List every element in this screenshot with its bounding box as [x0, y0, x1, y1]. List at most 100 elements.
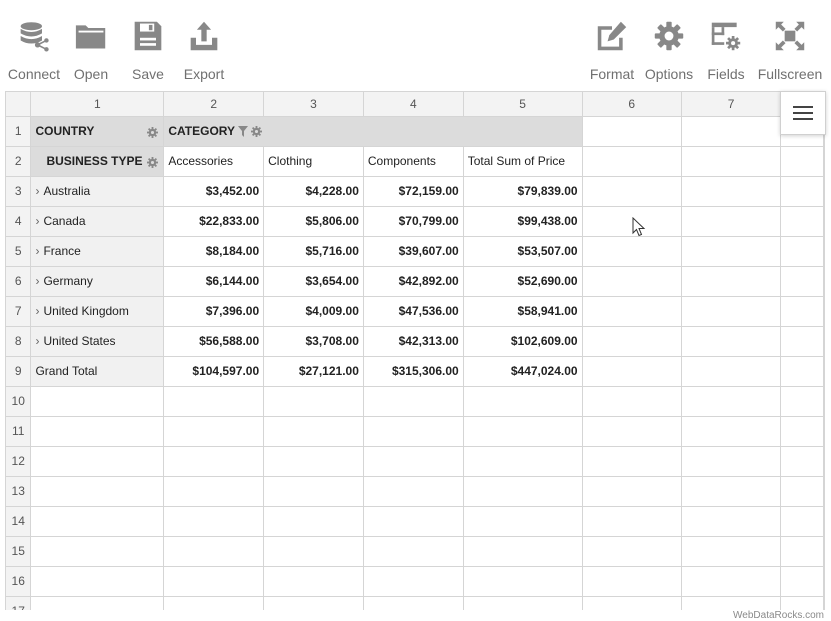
chevron-right-icon[interactable]: › [35, 244, 39, 258]
cell[interactable] [363, 566, 464, 597]
cell[interactable] [582, 566, 682, 597]
cell[interactable] [263, 386, 364, 417]
value-cell[interactable]: $72,159.00 [363, 176, 464, 207]
cell[interactable] [582, 506, 682, 537]
value-cell[interactable]: $3,708.00 [263, 326, 364, 357]
cell[interactable] [582, 536, 682, 567]
cell[interactable] [163, 476, 265, 507]
cell[interactable] [780, 146, 824, 177]
row-label[interactable]: › United Kingdom [30, 296, 165, 327]
cell[interactable] [681, 386, 782, 417]
cell[interactable] [582, 116, 682, 147]
cell[interactable] [463, 476, 583, 507]
grand-total-cell[interactable]: $104,597.00 [163, 356, 265, 387]
cell[interactable] [163, 596, 265, 610]
value-cell[interactable]: $56,588.00 [163, 326, 265, 357]
row-label[interactable]: › Germany [30, 266, 165, 297]
cell[interactable] [780, 356, 824, 387]
cell[interactable] [780, 446, 824, 477]
value-cell[interactable]: $4,009.00 [263, 296, 364, 327]
cell[interactable] [30, 566, 165, 597]
cell[interactable] [163, 536, 265, 567]
cell[interactable] [681, 536, 782, 567]
cell[interactable] [463, 506, 583, 537]
cell[interactable] [780, 536, 824, 567]
cell[interactable] [681, 476, 782, 507]
cell[interactable] [463, 386, 583, 417]
row-label[interactable]: › Australia [30, 176, 165, 207]
cell[interactable] [681, 176, 782, 207]
cell[interactable] [163, 446, 265, 477]
value-cell[interactable]: $39,607.00 [363, 236, 464, 267]
value-cell[interactable]: $58,941.00 [463, 296, 583, 327]
column-header-cell[interactable]: Components [363, 146, 464, 177]
value-cell[interactable]: $79,839.00 [463, 176, 583, 207]
cell[interactable] [780, 176, 824, 207]
cell[interactable] [263, 506, 364, 537]
cell[interactable] [582, 296, 682, 327]
cell[interactable] [780, 416, 824, 447]
cell[interactable] [263, 446, 364, 477]
connect-button[interactable]: Connect [4, 20, 64, 82]
cell[interactable] [30, 506, 165, 537]
value-cell[interactable]: $99,438.00 [463, 206, 583, 237]
cell[interactable] [582, 416, 682, 447]
cell[interactable] [780, 236, 824, 267]
cell[interactable] [582, 476, 682, 507]
cell[interactable] [582, 146, 682, 177]
cell[interactable] [582, 266, 682, 297]
options-button[interactable]: Options [639, 20, 699, 82]
value-cell[interactable]: $53,507.00 [463, 236, 583, 267]
cell[interactable] [30, 386, 165, 417]
cell[interactable] [780, 506, 824, 537]
cell[interactable] [582, 356, 682, 387]
value-cell[interactable]: $22,833.00 [163, 206, 265, 237]
grand-total-cell[interactable]: $447,024.00 [463, 356, 583, 387]
column-header-cell[interactable]: Total Sum of Price [463, 146, 583, 177]
cell[interactable] [681, 326, 782, 357]
cell[interactable] [681, 356, 782, 387]
cell[interactable] [30, 536, 165, 567]
open-button[interactable]: Open [61, 20, 121, 82]
gear-icon[interactable] [147, 126, 159, 138]
grand-total-cell[interactable]: $27,121.00 [263, 356, 364, 387]
cell[interactable] [263, 596, 364, 610]
cell[interactable] [681, 416, 782, 447]
chevron-right-icon[interactable]: › [35, 184, 39, 198]
cell[interactable] [681, 566, 782, 597]
export-button[interactable]: Export [174, 20, 234, 82]
grand-total-cell[interactable]: $315,306.00 [363, 356, 464, 387]
cell[interactable] [780, 206, 824, 237]
cell[interactable] [582, 176, 682, 207]
cell[interactable] [363, 446, 464, 477]
value-cell[interactable]: $42,313.00 [363, 326, 464, 357]
value-cell[interactable]: $3,452.00 [163, 176, 265, 207]
country-filter[interactable]: COUNTRY [30, 116, 165, 147]
cell[interactable] [780, 296, 824, 327]
cell[interactable] [163, 506, 265, 537]
cell[interactable] [463, 536, 583, 567]
cell[interactable] [681, 146, 782, 177]
chevron-right-icon[interactable]: › [35, 274, 39, 288]
value-cell[interactable]: $42,892.00 [363, 266, 464, 297]
cell[interactable] [30, 446, 165, 477]
chevron-right-icon[interactable]: › [35, 304, 39, 318]
cell[interactable] [681, 206, 782, 237]
fields-button[interactable]: Fields [696, 20, 756, 82]
cell[interactable] [582, 386, 682, 417]
cell[interactable] [582, 596, 682, 610]
cell[interactable] [263, 566, 364, 597]
cell[interactable] [163, 416, 265, 447]
gear-icon[interactable] [251, 126, 263, 138]
cell[interactable] [30, 596, 165, 610]
cell[interactable] [263, 476, 364, 507]
cell[interactable] [681, 236, 782, 267]
cell[interactable] [463, 566, 583, 597]
column-header-cell[interactable]: Accessories [163, 146, 265, 177]
cell[interactable] [780, 326, 824, 357]
value-cell[interactable]: $52,690.00 [463, 266, 583, 297]
cell[interactable] [363, 416, 464, 447]
save-button[interactable]: Save [118, 20, 178, 82]
cell[interactable] [780, 596, 824, 610]
value-cell[interactable]: $70,799.00 [363, 206, 464, 237]
